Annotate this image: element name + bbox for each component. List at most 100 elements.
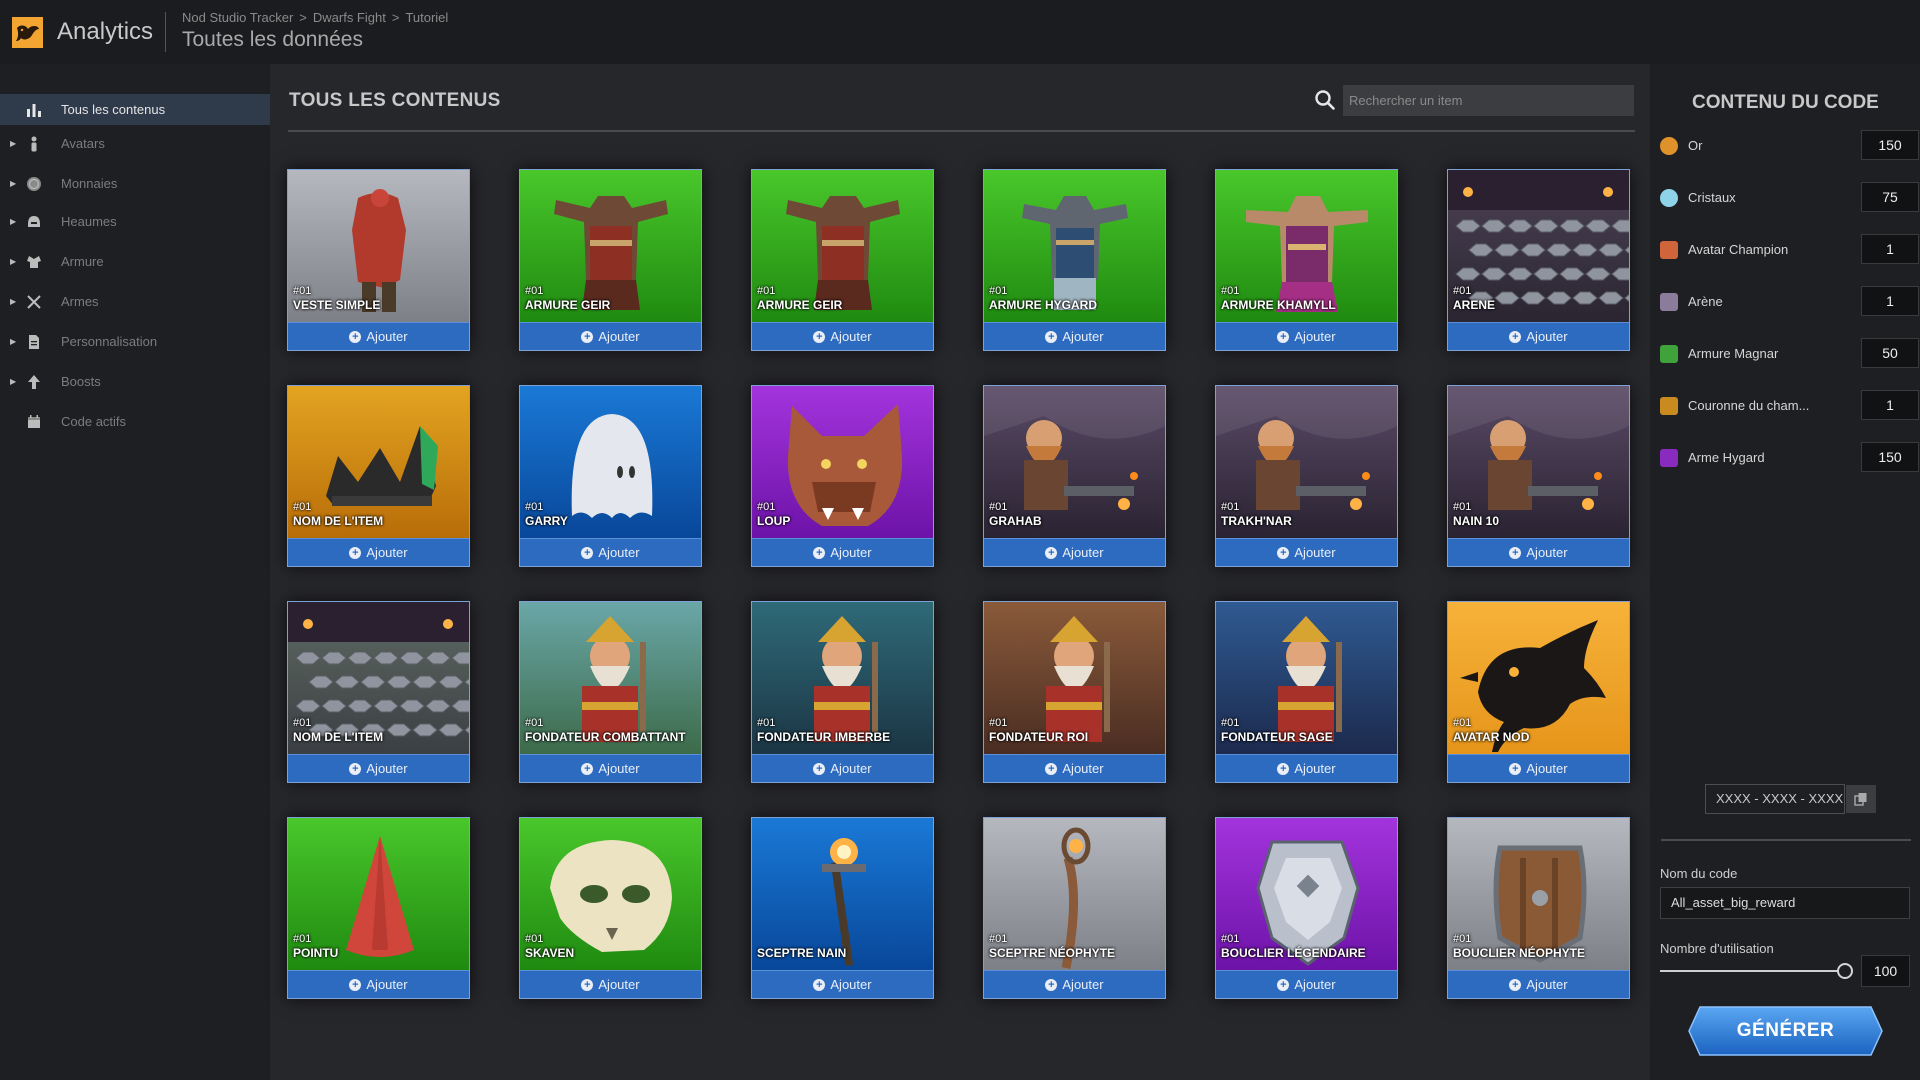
- add-item-button[interactable]: + Ajouter: [288, 322, 469, 350]
- quantity-input[interactable]: 1: [1861, 234, 1919, 264]
- expand-caret-icon[interactable]: ▶: [10, 297, 16, 306]
- sidebar-item-monnaies[interactable]: ▶ Monnaies: [0, 168, 270, 199]
- item-card[interactable]: #01 FONDATEUR ROI + Ajouter: [983, 601, 1166, 783]
- item-card[interactable]: #01 TRAKH'NAR + Ajouter: [1215, 385, 1398, 567]
- item-name: SCEPTRE NÉOPHYTE: [989, 946, 1116, 960]
- generate-button[interactable]: GÉNÉRER: [1688, 1006, 1883, 1056]
- sidebar-item-avatars[interactable]: ▶ Avatars: [0, 128, 270, 159]
- item-card[interactable]: #01 VESTE SIMPLE + Ajouter: [287, 169, 470, 351]
- add-item-button[interactable]: + Ajouter: [520, 538, 701, 566]
- quantity-input[interactable]: 150: [1861, 442, 1919, 472]
- quantity-input[interactable]: 1: [1861, 286, 1919, 316]
- add-item-button[interactable]: + Ajouter: [520, 754, 701, 782]
- item-card[interactable]: #01 SKAVEN + Ajouter: [519, 817, 702, 999]
- sidebar-item-boosts[interactable]: ▶ Boosts: [0, 366, 270, 397]
- item-card[interactable]: #01 BOUCLIER LÉGENDAIRE + Ajouter: [1215, 817, 1398, 999]
- code-content-row: Cristaux 75: [1660, 182, 1919, 212]
- item-card[interactable]: #01 NOM DE L'ITEM + Ajouter: [287, 385, 470, 567]
- sidebar-item-personnalisation[interactable]: ▶ Personnalisation: [0, 326, 270, 357]
- item-card[interactable]: #01 LOUP + Ajouter: [751, 385, 934, 567]
- item-card[interactable]: #01 BOUCLIER NÉOPHYTE + Ajouter: [1447, 817, 1630, 999]
- plus-circle-icon: +: [1509, 330, 1522, 343]
- add-item-button[interactable]: + Ajouter: [984, 970, 1165, 998]
- add-item-button[interactable]: + Ajouter: [1448, 970, 1629, 998]
- add-item-button[interactable]: + Ajouter: [1448, 322, 1629, 350]
- item-card[interactable]: #01 ARMURE GEIR + Ajouter: [519, 169, 702, 351]
- app-title: Analytics: [57, 18, 154, 45]
- sidebar-item-heaumes[interactable]: ▶ Heaumes: [0, 206, 270, 237]
- expand-caret-icon[interactable]: ▶: [10, 337, 16, 346]
- expand-caret-icon[interactable]: ▶: [10, 257, 16, 266]
- item-card[interactable]: #01 FONDATEUR SAGE + Ajouter: [1215, 601, 1398, 783]
- add-item-button[interactable]: + Ajouter: [1448, 754, 1629, 782]
- expand-caret-icon[interactable]: ▶: [10, 377, 16, 386]
- quantity-input[interactable]: 150: [1861, 130, 1919, 160]
- expand-caret-icon[interactable]: ▶: [10, 139, 16, 148]
- add-item-button[interactable]: + Ajouter: [288, 970, 469, 998]
- quantity-input[interactable]: 50: [1861, 338, 1919, 368]
- item-card[interactable]: #01 ARENE + Ajouter: [1447, 169, 1630, 351]
- item-card[interactable]: #01 ARMURE HYGARD + Ajouter: [983, 169, 1166, 351]
- add-item-button[interactable]: + Ajouter: [288, 538, 469, 566]
- app-logo-icon[interactable]: [12, 17, 43, 48]
- search-input[interactable]: [1343, 85, 1634, 116]
- item-card[interactable]: #01 GRAHAB + Ajouter: [983, 385, 1166, 567]
- add-item-button[interactable]: + Ajouter: [520, 970, 701, 998]
- code-name-input[interactable]: All_asset_big_reward: [1660, 887, 1910, 919]
- item-card[interactable]: #01 ARMURE GEIR + Ajouter: [751, 169, 934, 351]
- breadcrumb-item[interactable]: Tutoriel: [405, 10, 448, 25]
- item-card[interactable]: #01 POINTU + Ajouter: [287, 817, 470, 999]
- arena-icon: [1660, 293, 1678, 311]
- plus-circle-icon: +: [813, 762, 826, 775]
- item-card[interactable]: #01 AVATAR NOD + Ajouter: [1447, 601, 1630, 783]
- add-item-button[interactable]: + Ajouter: [1216, 970, 1397, 998]
- sidebar-item-code-actifs[interactable]: Code actifs: [0, 406, 270, 437]
- add-item-button[interactable]: + Ajouter: [520, 322, 701, 350]
- add-item-button[interactable]: + Ajouter: [752, 970, 933, 998]
- copy-code-button[interactable]: [1846, 785, 1876, 813]
- item-card[interactable]: #01 ARMURE KHAMYLL + Ajouter: [1215, 169, 1398, 351]
- uses-slider-handle[interactable]: [1837, 963, 1853, 979]
- item-card[interactable]: #01 GARRY + Ajouter: [519, 385, 702, 567]
- code-content-row: Couronne du cham... 1: [1660, 390, 1919, 420]
- sidebar-item-label: Tous les contenus: [61, 102, 166, 117]
- add-item-button[interactable]: + Ajouter: [1216, 538, 1397, 566]
- search-icon[interactable]: [1314, 89, 1336, 111]
- code-panel-divider: [1661, 839, 1911, 841]
- item-name: LOUP: [757, 514, 791, 528]
- item-card[interactable]: #01 FONDATEUR COMBATTANT + Ajouter: [519, 601, 702, 783]
- quantity-input[interactable]: 1: [1861, 390, 1919, 420]
- add-item-button[interactable]: + Ajouter: [1216, 322, 1397, 350]
- item-card[interactable]: #01 NOM DE L'ITEM + Ajouter: [287, 601, 470, 783]
- item-card[interactable]: SCEPTRE NAIN + Ajouter: [751, 817, 934, 999]
- add-item-button[interactable]: + Ajouter: [1448, 538, 1629, 566]
- breadcrumb-item[interactable]: Dwarfs Fight: [313, 10, 386, 25]
- item-number: #01: [293, 285, 312, 297]
- sidebar-item-armure[interactable]: ▶ Armure: [0, 246, 270, 277]
- item-card[interactable]: #01 SCEPTRE NÉOPHYTE + Ajouter: [983, 817, 1166, 999]
- add-item-button[interactable]: + Ajouter: [984, 754, 1165, 782]
- plus-circle-icon: +: [1277, 546, 1290, 559]
- item-name: FONDATEUR COMBATTANT: [525, 730, 686, 744]
- uses-input[interactable]: 100: [1861, 955, 1910, 987]
- add-item-button[interactable]: + Ajouter: [752, 538, 933, 566]
- add-item-button[interactable]: + Ajouter: [984, 322, 1165, 350]
- add-item-button[interactable]: + Ajouter: [752, 322, 933, 350]
- add-item-button[interactable]: + Ajouter: [752, 754, 933, 782]
- code-content-row: Arme Hygard 150: [1660, 442, 1919, 472]
- item-card[interactable]: #01 FONDATEUR IMBERBE + Ajouter: [751, 601, 934, 783]
- add-item-button[interactable]: + Ajouter: [984, 538, 1165, 566]
- add-item-button[interactable]: + Ajouter: [1216, 754, 1397, 782]
- item-name: SKAVEN: [525, 946, 575, 960]
- add-button-label: Ajouter: [830, 761, 872, 776]
- item-card[interactable]: #01 NAIN 10 + Ajouter: [1447, 385, 1630, 567]
- sidebar-item-tous-les-contenus[interactable]: Tous les contenus: [0, 94, 270, 125]
- sidebar-item-armes[interactable]: ▶ Armes: [0, 286, 270, 317]
- expand-caret-icon[interactable]: ▶: [10, 217, 16, 226]
- expand-caret-icon[interactable]: ▶: [10, 179, 16, 188]
- add-item-button[interactable]: + Ajouter: [288, 754, 469, 782]
- item-number: #01: [1221, 717, 1240, 729]
- item-name: ARMURE GEIR: [757, 298, 843, 312]
- breadcrumb-item[interactable]: Nod Studio Tracker: [182, 10, 293, 25]
- quantity-input[interactable]: 75: [1861, 182, 1919, 212]
